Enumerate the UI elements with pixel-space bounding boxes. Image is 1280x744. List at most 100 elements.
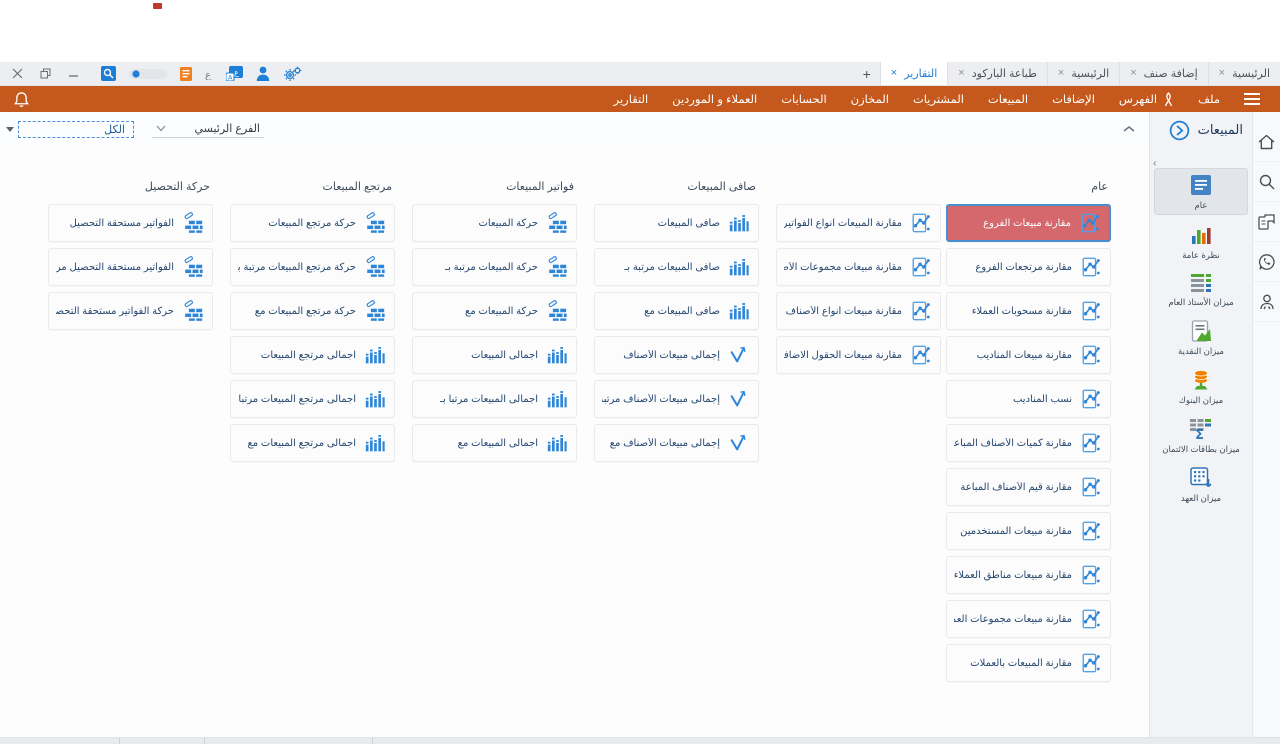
new-tab-button[interactable]: +: [854, 62, 880, 85]
report-tile[interactable]: مقارنة مبيعات أنواع الأصناف: [776, 292, 941, 330]
tab-label: الرئيسية: [1232, 67, 1270, 80]
report-tile[interactable]: حركة المبيعات مع: [412, 292, 577, 330]
report-tile[interactable]: الفواتير مستحقة التحصيل مرتبة بـ: [48, 248, 213, 286]
report-tile[interactable]: حركة الفواتير مستحقة التحصيل مع: [48, 292, 213, 330]
report-tile[interactable]: مقارنة مرتجعات الفروع: [946, 248, 1111, 286]
rail-search-button[interactable]: [1253, 162, 1280, 202]
equalizer-bars-icon: [727, 301, 751, 321]
report-tile[interactable]: إجمالى مبيعات الأصناف: [594, 336, 759, 374]
bell-icon[interactable]: [8, 91, 35, 108]
menu-item-الفهرس[interactable]: الفهرس: [1107, 92, 1186, 107]
report-tile[interactable]: مقارنة مسحوبات العملاء: [946, 292, 1111, 330]
report-tile[interactable]: صافى المبيعات: [594, 204, 759, 242]
report-tile[interactable]: إجمالى مبيعات الأصناف مرتبة بـ: [594, 380, 759, 418]
minimize-icon[interactable]: [68, 68, 79, 79]
sidebar-item[interactable]: Σميزان بطاقات الائتمان: [1154, 413, 1248, 458]
rail-documents-button[interactable]: [1253, 202, 1280, 242]
report-tile[interactable]: مقارنة مبيعات مجموعات الأصناف: [776, 248, 941, 286]
gears-icon[interactable]: [283, 66, 302, 82]
report-tile[interactable]: مقارنة مبيعات المناديب: [946, 336, 1111, 374]
hamburger-icon[interactable]: [1232, 93, 1272, 105]
tab-close-icon[interactable]: ×: [1058, 68, 1064, 79]
group-columns: مقارنة مبيعات الفروع مقارنة مرتجعات الفرو…: [776, 204, 1111, 682]
report-tile-label: إجمالى مبيعات الأصناف مع: [610, 438, 720, 449]
tab-item[interactable]: إضافة صنف×: [1119, 62, 1207, 85]
lang-letter-icon[interactable]: ع: [205, 68, 213, 80]
menu-item-العملاء و الموردين[interactable]: العملاء و الموردين: [660, 92, 769, 107]
report-tile[interactable]: اجمالى المبيعات مع: [412, 424, 577, 462]
list-tile-icon: [1190, 174, 1212, 196]
report-tile[interactable]: حركة المبيعات: [412, 204, 577, 242]
equalizer-bars-icon: [545, 433, 569, 453]
report-tile[interactable]: مقارنة مبيعات الحقول الاضافية: [776, 336, 941, 374]
report-tile[interactable]: مقارنة المبيعات بالعملات: [946, 644, 1111, 682]
branch-select[interactable]: الفرع الرئيسي: [152, 120, 264, 138]
sidebar-expander-icon[interactable]: ›: [1153, 158, 1156, 169]
sidebar-item-label: ميزان العهد: [1181, 493, 1221, 504]
tab-item[interactable]: الرئيسية ×: [1208, 62, 1280, 85]
tab-close-icon[interactable]: ×: [958, 68, 964, 79]
restore-icon[interactable]: [40, 68, 51, 79]
report-tile[interactable]: إجمالى مبيعات الأصناف مع: [594, 424, 759, 462]
scope-select[interactable]: الكل: [18, 121, 134, 138]
report-tile[interactable]: اجمالى مرتجع المبيعات مع: [230, 424, 395, 462]
tab-active[interactable]: التقارير×: [880, 62, 948, 85]
menu-item-الإضافات[interactable]: الإضافات: [1040, 92, 1107, 107]
menu-item-التقارير[interactable]: التقارير: [602, 92, 661, 107]
menu-item-المخازن[interactable]: المخازن: [839, 92, 901, 107]
sidebar-item[interactable]: ميزان النقدية: [1154, 315, 1248, 360]
report-tile[interactable]: نسب المناديب: [946, 380, 1111, 418]
sidebar-back-icon[interactable]: [1169, 120, 1190, 141]
report-tile[interactable]: مقارنة قيم الأصناف المباعة: [946, 468, 1111, 506]
menu-item-المبيعات[interactable]: المبيعات: [976, 92, 1040, 107]
tab-item[interactable]: الرئيسية×: [1047, 62, 1119, 85]
report-tile[interactable]: حركة مرتجع المبيعات مرتبة بـ: [230, 248, 395, 286]
report-tile-label: مقارنة المبيعات بالعملات: [970, 658, 1072, 669]
report-tile[interactable]: مقارنة المبيعات انواع الفواتير: [776, 204, 941, 242]
tab-close-icon[interactable]: ×: [891, 68, 897, 79]
notes-orange-icon[interactable]: [180, 67, 192, 81]
tab-close-icon[interactable]: ×: [1219, 68, 1225, 79]
report-tile[interactable]: مقارنة مبيعات مجموعات العملاء: [946, 600, 1111, 638]
menu-item-المشتريات[interactable]: المشتريات: [901, 92, 976, 107]
rail-home-button[interactable]: [1253, 122, 1280, 162]
report-tile[interactable]: الفواتير مستحقة التحصيل: [48, 204, 213, 242]
translate-icon[interactable]: عA: [226, 66, 243, 81]
tab-item[interactable]: طباعة الباركود×: [947, 62, 1047, 85]
sidebar-item[interactable]: عام: [1154, 168, 1248, 215]
sidebar-item[interactable]: ميزان العهد: [1154, 462, 1248, 507]
report-tile[interactable]: اجمالى مرتجع المبيعات: [230, 336, 395, 374]
report-group: صافى المبيعاتصافى المبيعاتصافى المبيعات …: [594, 180, 759, 462]
menu-item-ملف[interactable]: ملف: [1186, 92, 1232, 107]
report-tile[interactable]: اجمالى المبيعات: [412, 336, 577, 374]
toggle-switch-icon[interactable]: [129, 68, 167, 80]
report-tile[interactable]: حركة مرتجع المبيعات مع: [230, 292, 395, 330]
report-tile[interactable]: مقارنة مبيعات مناطق العملاء: [946, 556, 1111, 594]
caret-down-icon[interactable]: [6, 127, 14, 132]
report-tile[interactable]: حركة مرتجع المبيعات: [230, 204, 395, 242]
compare-chart-icon: [1079, 608, 1103, 630]
collapse-toolbar-icon[interactable]: [1123, 125, 1135, 133]
report-tile[interactable]: مقارنة كميات الأصناف المباعة: [946, 424, 1111, 462]
report-tile[interactable]: حركة المبيعات مرتبة بـ: [412, 248, 577, 286]
rail-user-button[interactable]: [1253, 282, 1280, 322]
close-icon[interactable]: [12, 68, 23, 79]
user-blue-icon[interactable]: [256, 66, 270, 81]
bricks-edit-icon: [363, 212, 387, 234]
report-tile[interactable]: صافى المبيعات مع: [594, 292, 759, 330]
report-tile[interactable]: صافى المبيعات مرتبة بـ: [594, 248, 759, 286]
menu-item-الحسابات[interactable]: الحسابات: [769, 92, 838, 107]
sidebar-item-label: ميزان النقدية: [1178, 346, 1224, 357]
report-tile[interactable]: مقارنة مبيعات المستخدمين: [946, 512, 1111, 550]
sidebar-item[interactable]: نظرة عامة: [1154, 219, 1248, 264]
sidebar-item[interactable]: ميزان البنوك: [1154, 364, 1248, 409]
report-tile[interactable]: اجمالى مرتجع المبيعات مرتبآ بـ: [230, 380, 395, 418]
window-titlebar: [0, 0, 1280, 62]
rail-whatsapp-button[interactable]: [1253, 242, 1280, 282]
tab-close-icon[interactable]: ×: [1130, 68, 1136, 79]
report-tile[interactable]: اجمالى المبيعات مرتبآ بـ: [412, 380, 577, 418]
menu-item-label: المخازن: [851, 92, 889, 106]
sidebar-item[interactable]: ميزان الأستاذ العام: [1154, 268, 1248, 311]
search-box-icon[interactable]: [101, 66, 116, 81]
report-tile[interactable]: مقارنة مبيعات الفروع: [946, 204, 1111, 242]
